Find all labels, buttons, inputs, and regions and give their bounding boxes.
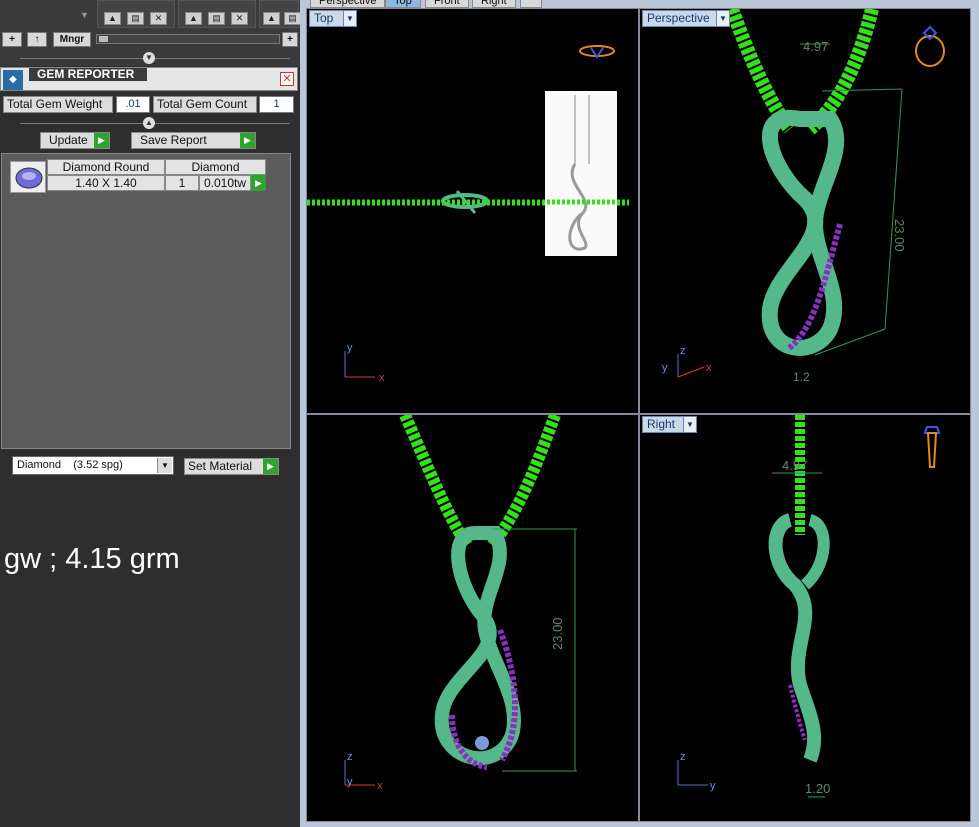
move-up-button-3[interactable]: ▲ (263, 12, 280, 25)
save-button-3[interactable]: ▤ (284, 12, 301, 25)
gem-reporter-title: GEM REPORTER (29, 68, 147, 81)
svg-text:23.00: 23.00 (892, 219, 907, 252)
end-add-button[interactable]: + (282, 32, 298, 47)
gem-row-play-icon[interactable]: ▶ (251, 175, 266, 191)
tab-perspective[interactable]: Perspective (310, 0, 386, 8)
right-view-canvas: 4.97 1.20 z y (677, 415, 941, 798)
play-icon: ▶ (240, 133, 255, 148)
svg-text:y: y (662, 362, 668, 374)
svg-text:23.00: 23.00 (550, 617, 565, 650)
gem-material-cell[interactable]: Diamond (165, 159, 266, 175)
viewport-right[interactable]: 4.97 1.20 z y Right ▼ (639, 414, 971, 822)
viewport-top[interactable]: x y Top ▼ (306, 8, 639, 414)
left-panel: ▲ ▤ ✕ ▲ ▤ ✕ ▲ ▤ ▼ + ↑ Mngr + ▼ ◆ GEM REP… (0, 0, 301, 827)
viewport-front[interactable]: 23.00 z x y (306, 414, 639, 822)
collapse-toggle-2[interactable]: ▲ (143, 117, 155, 129)
svg-text:y: y (710, 780, 716, 792)
material-select[interactable]: Diamond (3.52 spg) ▼ (12, 456, 174, 475)
svg-text:z: z (680, 751, 686, 763)
svg-text:x: x (379, 372, 385, 384)
gem-size-cell[interactable]: 1.40 X 1.40 (47, 175, 165, 191)
toolbar-slider[interactable] (96, 34, 280, 44)
round-diamond-icon[interactable] (10, 161, 46, 193)
svg-text:4.97: 4.97 (782, 458, 807, 473)
svg-text:y: y (347, 342, 353, 354)
material-select-value: Diamond (3.52 spg) (17, 459, 123, 471)
divider-line-2 (20, 123, 290, 124)
toolbar-panel: ▲ ▤ ✕ ▲ ▤ ✕ ▲ ▤ ▼ + ↑ Mngr + ▼ (0, 0, 301, 66)
svg-text:z: z (680, 345, 686, 357)
top-view-canvas: x y (307, 45, 629, 384)
update-button-label: Update (49, 133, 88, 147)
viewport-label-right-text: Right (647, 417, 676, 431)
total-gem-weight-label: Total Gem Weight (3, 96, 113, 113)
tab-front[interactable]: Front (425, 0, 469, 8)
move-up-button-2[interactable]: ▲ (185, 12, 202, 25)
add-button[interactable]: + (2, 32, 22, 47)
svg-text:z: z (347, 751, 353, 763)
scroll-down-arrow[interactable]: ▼ (80, 10, 89, 20)
set-material-label: Set Material (188, 459, 253, 473)
svg-text:1.2: 1.2 (793, 370, 810, 384)
save-button-2[interactable]: ▤ (208, 12, 225, 25)
move-up-button[interactable]: ▲ (104, 12, 121, 25)
chevron-down-icon[interactable]: ▼ (716, 11, 729, 26)
viewport-label-perspective[interactable]: Perspective ▼ (642, 10, 730, 27)
delete-button-2[interactable]: ✕ (231, 12, 248, 25)
gem-count-cell[interactable]: 1 (165, 175, 199, 191)
save-button[interactable]: ▤ (127, 12, 144, 25)
viewport-label-top-text: Top (314, 11, 334, 25)
viewport-label-right[interactable]: Right ▼ (642, 416, 697, 433)
ring-icon (579, 45, 615, 59)
tab-extra[interactable] (520, 0, 542, 8)
slider-knob[interactable] (99, 36, 108, 42)
viewport-label-perspective-text: Perspective (647, 11, 710, 25)
svg-text:y: y (347, 776, 353, 788)
gem-list: Diamond Round Diamond 1.40 X 1.40 1 0.01… (1, 153, 291, 449)
viewport-perspective[interactable]: 4.97 23.00 1.2 z x y Perspective ▼ (639, 8, 971, 414)
front-view-canvas: 23.00 z x y (344, 415, 577, 792)
total-gem-count-label: Total Gem Count (153, 96, 257, 113)
svg-text:4.97: 4.97 (803, 39, 828, 54)
save-report-label: Save Report (140, 133, 207, 147)
set-material-button[interactable]: Set Material ▶ (184, 458, 279, 475)
gem-reporter-logo-icon: ◆ (3, 70, 23, 90)
chevron-down-icon[interactable]: ▼ (683, 417, 696, 432)
up-button[interactable]: ↑ (27, 32, 47, 47)
svg-text:x: x (706, 362, 712, 374)
note-text: gw ; 4.15 grm (4, 543, 180, 575)
manager-button[interactable]: Mngr (53, 32, 91, 47)
chevron-down-icon[interactable]: ▼ (157, 458, 172, 473)
chevron-down-icon[interactable]: ▼ (343, 11, 356, 26)
gem-reporter-header: ◆ GEM REPORTER ✕ (0, 67, 298, 91)
ring-icon (915, 25, 945, 67)
gem-shape-cell[interactable]: Diamond Round (47, 159, 165, 175)
close-icon[interactable]: ✕ (280, 72, 294, 86)
play-icon: ▶ (263, 459, 278, 474)
svg-text:x: x (377, 780, 383, 792)
divider-line (20, 58, 290, 59)
save-report-button[interactable]: Save Report ▶ (131, 132, 256, 149)
update-button[interactable]: Update ▶ (40, 132, 110, 149)
play-icon: ▶ (94, 133, 109, 148)
total-gem-count-field[interactable]: 1 (259, 96, 294, 113)
tab-right[interactable]: Right (472, 0, 516, 8)
pendant-side-icon (923, 426, 941, 468)
collapse-toggle[interactable]: ▼ (143, 52, 155, 64)
svg-text:1.20: 1.20 (805, 781, 830, 796)
tab-top[interactable]: Top (385, 0, 421, 8)
perspective-view-canvas: 4.97 23.00 1.2 z x y (662, 9, 945, 384)
gem-weight-cell[interactable]: 0.010tw (199, 175, 251, 191)
delete-button[interactable]: ✕ (150, 12, 167, 25)
viewport-label-top[interactable]: Top ▼ (309, 10, 357, 27)
total-gem-weight-field[interactable]: .01 (116, 96, 150, 113)
